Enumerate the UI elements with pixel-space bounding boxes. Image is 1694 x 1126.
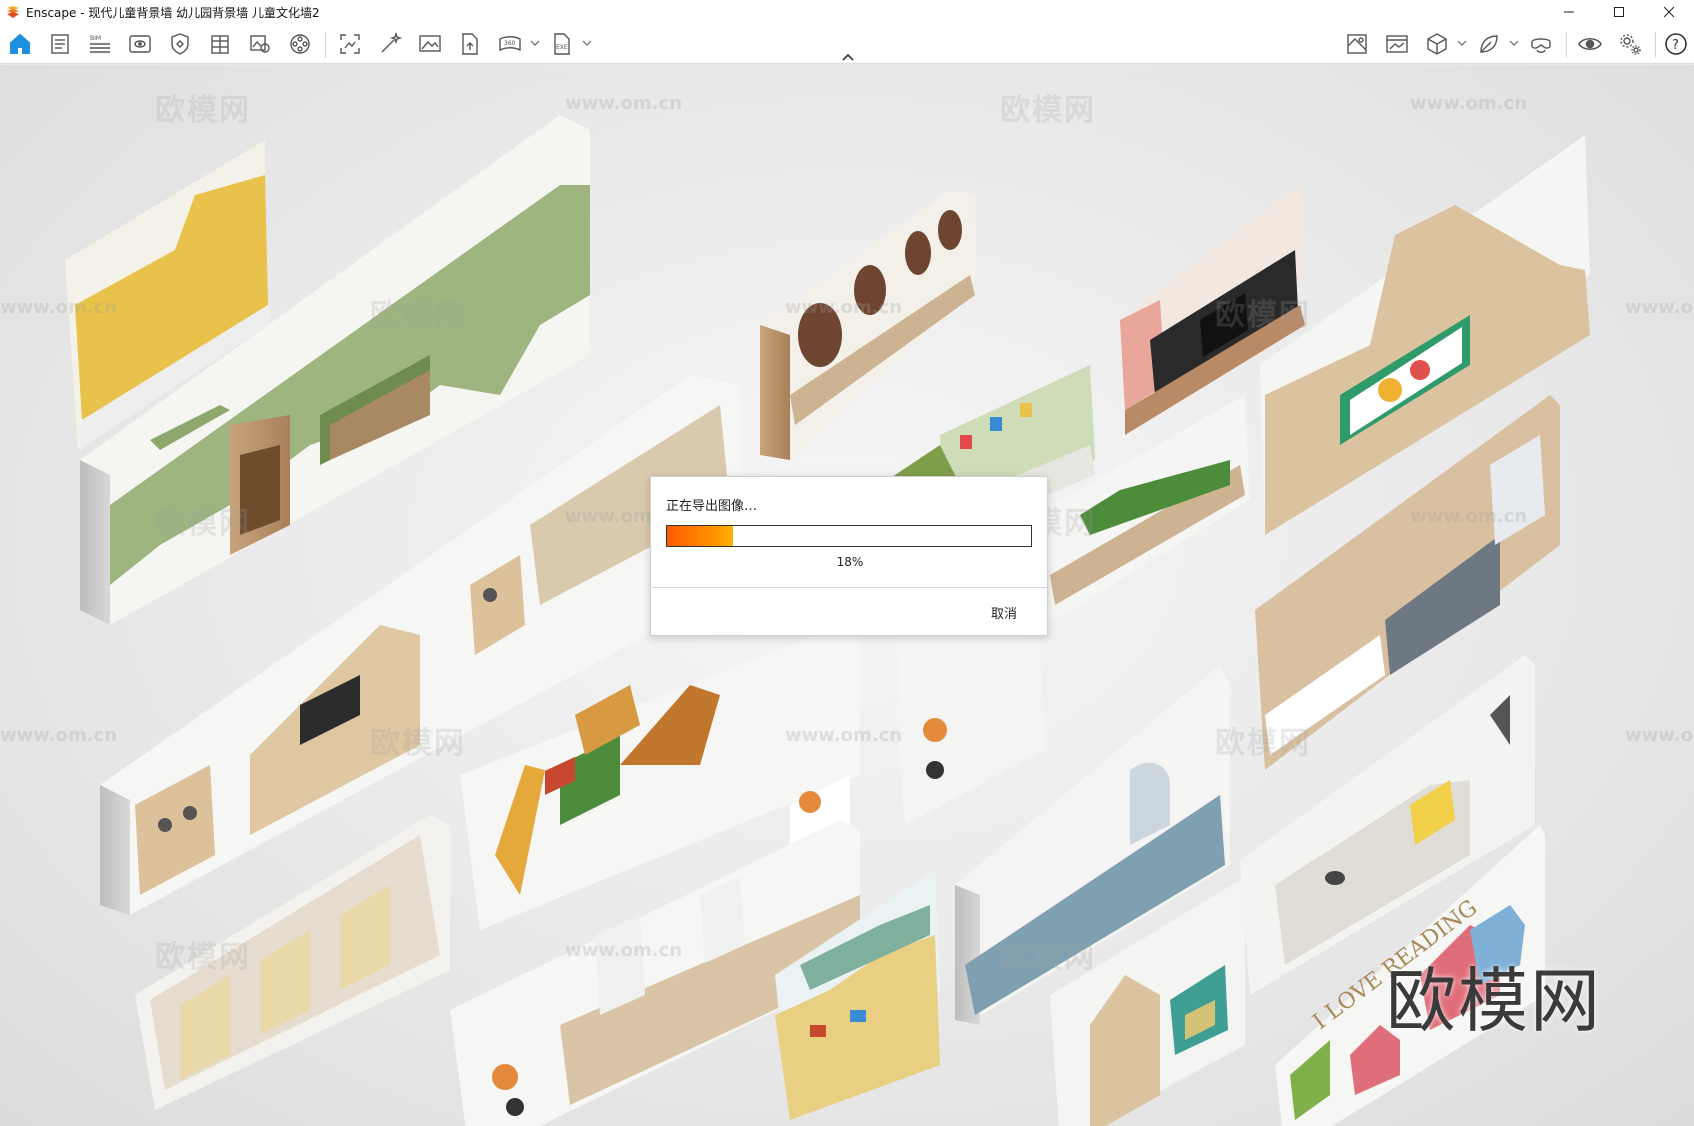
export-progress-bar (666, 525, 1032, 547)
export-exe-icon: EXE (554, 33, 570, 55)
home-icon (10, 33, 30, 54)
export-file-button[interactable] (456, 30, 484, 58)
image-settings-button[interactable] (246, 30, 274, 58)
close-button[interactable] (1644, 0, 1694, 24)
visibility-icon (1578, 37, 1602, 51)
material-editor-icon (1347, 34, 1367, 54)
image-settings-icon (250, 35, 270, 53)
screenshot-icon (340, 34, 360, 54)
progress-percent-label: 18% (836, 555, 864, 569)
progress-fill (667, 526, 733, 546)
dialog-title: 正在导出图像… (666, 499, 758, 514)
watermark-url: www.om.cn (785, 297, 903, 318)
asset-dropdown-chevron-down-icon[interactable] (1509, 38, 1519, 48)
export-progress-dialog: 正在导出图像… 18% 取消 (650, 476, 1049, 636)
screenshot-button[interactable] (336, 30, 364, 58)
bim-button[interactable]: BIM (86, 30, 114, 58)
render-window-icon (1386, 35, 1408, 53)
cube-icon (1427, 33, 1447, 55)
watermark-text: 欧模网 (155, 93, 251, 128)
vr-headset-icon (1531, 38, 1551, 53)
vr-headset-button[interactable] (1527, 30, 1555, 58)
watermark-url: www.om.cn (565, 93, 683, 114)
watermark-text: 欧模网 (1000, 940, 1096, 975)
watermark-text: 欧模网 (1215, 298, 1311, 333)
cube-button[interactable] (1423, 30, 1451, 58)
watermark-text: 欧模网 (1215, 726, 1311, 761)
view-icon (129, 35, 151, 53)
watermark-text: 欧模网 (370, 298, 466, 333)
svg-text:EXE: EXE (556, 44, 568, 51)
panorama-button[interactable]: 360 (496, 30, 524, 58)
leaf-asset-icon (1480, 35, 1498, 53)
collapse-toolbar-chevron-up-icon[interactable] (840, 52, 856, 62)
dialog-divider (651, 587, 1049, 588)
export-exe-button[interactable]: EXE (548, 30, 576, 58)
watermark-url: www.om.cn (0, 725, 118, 746)
watermark-url: www.om.cn (1625, 297, 1694, 318)
watermark-url: www.om.cn (1625, 725, 1694, 746)
watermark-text: 欧模网 (1000, 93, 1096, 128)
maximize-icon (1614, 7, 1624, 17)
settings-icon (1620, 34, 1641, 55)
watermark-url: www.om.cn (1410, 93, 1528, 114)
watermark-url: www.om.cn (1410, 506, 1528, 527)
minimize-button[interactable] (1544, 0, 1594, 24)
shield-icon (171, 33, 189, 55)
watermark-logo-text: 欧模网 (1386, 960, 1602, 1042)
magic-wand-icon (381, 32, 402, 53)
film-reel-icon (290, 34, 310, 54)
watermark-url: www.om.cn (0, 297, 118, 318)
minimize-icon (1564, 11, 1574, 13)
close-icon (1663, 6, 1675, 18)
watermark-text: 欧模网 (370, 726, 466, 761)
title-bar: Enscape - 现代儿童背景墙 幼儿园背景墙 儿童文化墙2 (0, 0, 1694, 24)
export-file-icon (462, 33, 478, 55)
exe-dropdown-chevron-down-icon[interactable] (582, 38, 592, 48)
asset-library-button[interactable] (1475, 30, 1503, 58)
document-button[interactable] (46, 30, 74, 58)
watermark-url: www.om.cn (565, 940, 683, 961)
material-editor-button[interactable] (1343, 30, 1371, 58)
watermark-url: www.om.cn (785, 725, 903, 746)
cancel-button[interactable]: 取消 (991, 603, 1017, 622)
bim-icon: BIM (90, 35, 110, 53)
help-button[interactable]: ? (1662, 30, 1690, 58)
enscape-logo-icon (7, 6, 19, 18)
svg-text:360: 360 (504, 40, 516, 47)
watermark-text: 欧模网 (155, 506, 251, 541)
help-icon: ? (1665, 33, 1687, 55)
shield-button[interactable] (166, 30, 194, 58)
svg-text:?: ? (1672, 38, 1679, 53)
render-window-button[interactable] (1383, 30, 1411, 58)
document-icon (51, 34, 69, 54)
batch-render-button[interactable] (416, 30, 444, 58)
panorama-dropdown-chevron-down-icon[interactable] (530, 38, 540, 48)
video-button[interactable] (286, 30, 314, 58)
view-button[interactable] (126, 30, 154, 58)
landscape-image-icon (419, 35, 441, 52)
settings-button[interactable] (1616, 30, 1644, 58)
window-title: Enscape - 现代儿童背景墙 幼儿园背景墙 儿童文化墙2 (26, 5, 320, 20)
building-icon (211, 35, 229, 54)
watermark-text: 欧模网 (155, 940, 251, 975)
panorama-360-icon: 360 (499, 36, 521, 52)
visibility-button[interactable] (1576, 30, 1604, 58)
home-button[interactable] (6, 30, 34, 58)
magic-wand-button[interactable] (376, 30, 404, 58)
cube-dropdown-chevron-down-icon[interactable] (1457, 38, 1467, 48)
wall-panel-brown-circles (760, 190, 975, 460)
building-button[interactable] (206, 30, 234, 58)
maximize-button[interactable] (1594, 0, 1644, 24)
svg-text:BIM: BIM (90, 35, 101, 42)
